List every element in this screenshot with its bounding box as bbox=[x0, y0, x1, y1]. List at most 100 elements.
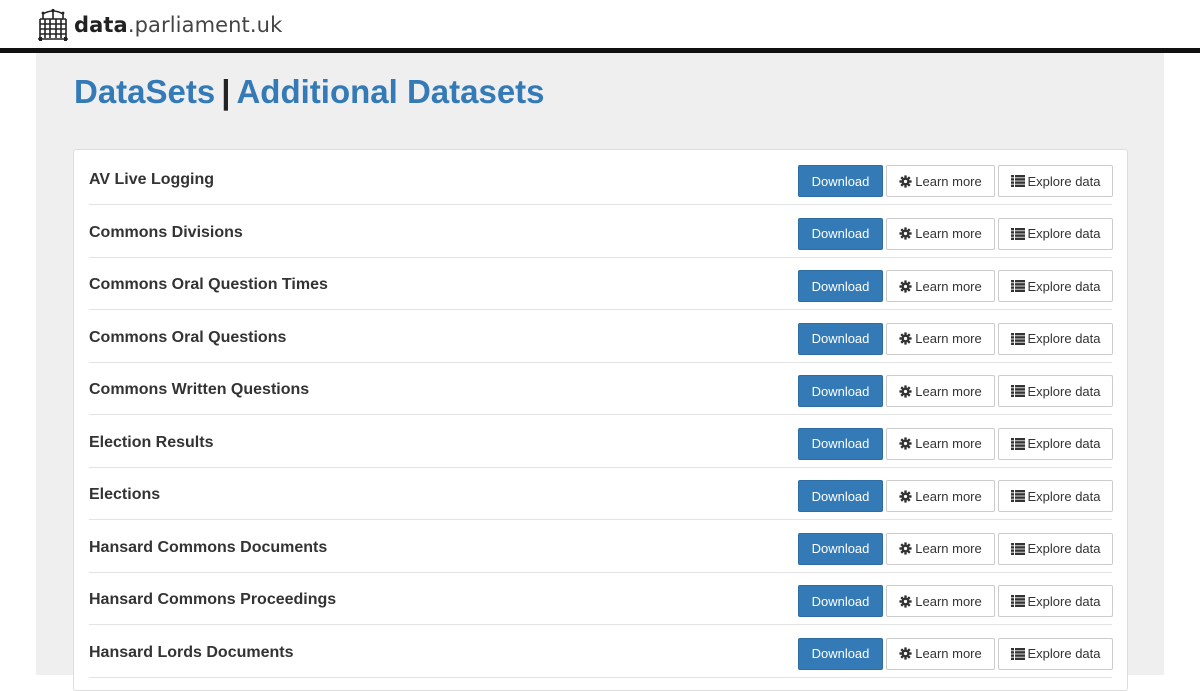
dataset-name: Commons Written Questions bbox=[89, 381, 310, 398]
download-label: Download bbox=[811, 383, 870, 399]
gear-icon bbox=[899, 647, 912, 660]
learn-more-button[interactable]: Learn more bbox=[886, 322, 995, 355]
dataset-row: Elections Download Learn more Explore da… bbox=[89, 467, 1113, 520]
explore-data-label: Explore data bbox=[1027, 226, 1101, 241]
explore-data-button[interactable]: Explore data bbox=[998, 637, 1113, 670]
dataset-row: Commons Oral Questions Download Learn mo… bbox=[89, 310, 1113, 363]
dataset-row: Commons Oral Question Times Download Lea… bbox=[89, 257, 1113, 310]
explore-data-button[interactable]: Explore data bbox=[998, 480, 1113, 512]
dataset-name: Commons Oral Question Times bbox=[89, 276, 328, 293]
gear-icon bbox=[899, 227, 912, 240]
download-button[interactable]: Download bbox=[798, 165, 883, 197]
learn-more-button[interactable]: Learn more bbox=[886, 637, 995, 670]
explore-data-label: Explore data bbox=[1027, 436, 1101, 451]
dataset-name: AV Live Logging bbox=[89, 171, 215, 188]
learn-more-label: Learn more bbox=[915, 278, 982, 294]
dataset-row: Commons Written Questions Download Learn… bbox=[89, 362, 1113, 415]
gear-icon bbox=[899, 594, 912, 608]
learn-more-label: Learn more bbox=[915, 331, 982, 346]
download-button[interactable]: Download bbox=[798, 375, 883, 407]
dataset-name: Hansard Commons Documents bbox=[89, 538, 328, 556]
explore-data-label: Explore data bbox=[1027, 593, 1101, 609]
dataset-list: AV Live Logging Download Learn more Expl… bbox=[73, 149, 1128, 691]
dataset-name: Hansard Lords Documents bbox=[89, 643, 294, 661]
gear-icon bbox=[899, 332, 912, 345]
learn-more-label: Learn more bbox=[915, 646, 982, 661]
brand-bold-text: data bbox=[74, 13, 128, 37]
list-icon bbox=[1010, 385, 1025, 397]
gear-icon bbox=[899, 174, 912, 188]
list-icon bbox=[1010, 542, 1025, 555]
download-button[interactable]: Download bbox=[798, 585, 883, 617]
dataset-row: Hansard Lords Documents Download Learn m… bbox=[89, 625, 1113, 678]
download-button[interactable]: Download bbox=[798, 532, 883, 565]
list-icon bbox=[1010, 332, 1025, 345]
download-label: Download bbox=[811, 488, 870, 504]
explore-data-button[interactable]: Explore data bbox=[998, 375, 1113, 407]
learn-more-button[interactable]: Learn more bbox=[886, 375, 995, 407]
learn-more-label: Learn more bbox=[915, 383, 982, 399]
list-icon bbox=[1010, 280, 1025, 292]
download-button[interactable]: Download bbox=[798, 480, 883, 512]
explore-data-label: Explore data bbox=[1027, 278, 1101, 294]
dataset-name: Elections bbox=[89, 486, 161, 503]
list-icon bbox=[1010, 227, 1025, 240]
explore-data-button[interactable]: Explore data bbox=[998, 322, 1113, 355]
learn-more-button[interactable]: Learn more bbox=[886, 165, 995, 197]
explore-data-button[interactable]: Explore data bbox=[998, 165, 1113, 197]
dataset-row: Hansard Commons Documents Download Learn… bbox=[89, 520, 1113, 573]
dataset-name: Hansard Commons Proceedings bbox=[89, 591, 337, 608]
download-label: Download bbox=[811, 436, 870, 451]
dataset-row: Election Results Download Learn more Exp… bbox=[89, 415, 1113, 468]
explore-data-label: Explore data bbox=[1027, 173, 1101, 189]
learn-more-button[interactable]: Learn more bbox=[886, 480, 995, 512]
download-button[interactable]: Download bbox=[798, 637, 883, 670]
breadcrumb-datasets-link[interactable]: DataSets bbox=[74, 73, 215, 110]
download-button[interactable]: Download bbox=[798, 217, 883, 250]
learn-more-label: Learn more bbox=[915, 593, 982, 609]
explore-data-button[interactable]: Explore data bbox=[998, 532, 1113, 565]
list-icon bbox=[1010, 437, 1025, 450]
download-label: Download bbox=[811, 593, 870, 609]
explore-data-button[interactable]: Explore data bbox=[998, 427, 1113, 460]
download-button[interactable]: Download bbox=[798, 322, 883, 355]
learn-more-button[interactable]: Learn more bbox=[886, 532, 995, 565]
explore-data-label: Explore data bbox=[1027, 383, 1101, 399]
portcullis-icon bbox=[38, 8, 68, 41]
gear-icon bbox=[899, 437, 912, 450]
dataset-name: Commons Oral Questions bbox=[89, 328, 287, 346]
learn-more-label: Learn more bbox=[915, 226, 982, 241]
explore-data-button[interactable]: Explore data bbox=[998, 217, 1113, 250]
list-icon bbox=[1010, 595, 1025, 607]
learn-more-button[interactable]: Learn more bbox=[886, 217, 995, 250]
explore-data-label: Explore data bbox=[1027, 331, 1101, 346]
explore-data-button[interactable]: Explore data bbox=[998, 585, 1113, 617]
download-button[interactable]: Download bbox=[798, 270, 883, 302]
gear-icon bbox=[899, 279, 912, 293]
download-label: Download bbox=[811, 541, 870, 556]
list-icon bbox=[1010, 490, 1025, 502]
download-button[interactable]: Download bbox=[798, 427, 883, 460]
main-panel: DataSets | Additional Datasets AV Live Log… bbox=[36, 53, 1164, 691]
dataset-row: AV Live Logging Download Learn more Expl… bbox=[89, 152, 1113, 205]
dataset-row: Hansard Commons Proceedings Download Lea… bbox=[89, 572, 1113, 625]
learn-more-label: Learn more bbox=[915, 488, 982, 504]
dataset-row: Commons Divisions Download Learn more Ex… bbox=[89, 205, 1113, 258]
explore-data-label: Explore data bbox=[1027, 646, 1101, 661]
site-brand: data.parliament.uk bbox=[74, 13, 282, 37]
gear-icon bbox=[899, 542, 912, 555]
learn-more-button[interactable]: Learn more bbox=[886, 427, 995, 460]
site-logo-link[interactable]: data.parliament.uk bbox=[36, 8, 282, 42]
breadcrumb-current: Additional Datasets bbox=[236, 73, 545, 110]
explore-data-button[interactable]: Explore data bbox=[998, 270, 1113, 302]
learn-more-button[interactable]: Learn more bbox=[886, 585, 995, 617]
dataset-name: Election Results bbox=[89, 433, 214, 451]
learn-more-button[interactable]: Learn more bbox=[886, 270, 995, 302]
learn-more-label: Learn more bbox=[915, 541, 982, 556]
learn-more-label: Learn more bbox=[915, 436, 982, 451]
breadcrumb-separator: | bbox=[221, 73, 231, 110]
list-icon bbox=[1010, 647, 1025, 660]
list-icon bbox=[1010, 175, 1025, 187]
page-title: DataSets | Additional Datasets bbox=[74, 73, 545, 111]
explore-data-label: Explore data bbox=[1027, 488, 1101, 504]
